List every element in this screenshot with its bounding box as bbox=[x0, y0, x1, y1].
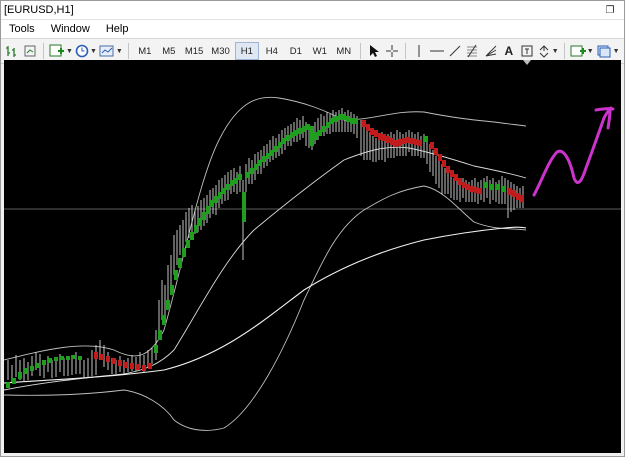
menu-bar: Tools Window Help bbox=[1, 20, 624, 39]
annotation-arrow bbox=[532, 106, 615, 197]
period-w1[interactable]: W1 bbox=[309, 41, 331, 61]
price-bars bbox=[7, 108, 524, 383]
menu-help[interactable]: Help bbox=[98, 23, 137, 35]
chart-shift-marker bbox=[523, 60, 531, 65]
period-m5[interactable]: M5 bbox=[158, 41, 180, 61]
clock-icon[interactable]: ▼ bbox=[75, 41, 97, 61]
crosshair-icon[interactable] bbox=[384, 41, 400, 61]
window-title: [EURUSD,H1] bbox=[4, 4, 74, 16]
zoom-in-icon[interactable]: ▼ bbox=[570, 41, 594, 61]
text-icon[interactable]: A bbox=[501, 41, 517, 61]
toolbar-separator bbox=[404, 43, 406, 59]
moving-average-line bbox=[4, 226, 527, 384]
new-chart-icon[interactable]: ▼ bbox=[49, 41, 73, 61]
period-m30[interactable]: M30 bbox=[208, 41, 232, 61]
toolbar-separator bbox=[127, 43, 129, 59]
period-h4[interactable]: H4 bbox=[261, 41, 283, 61]
period-d1[interactable]: D1 bbox=[285, 41, 307, 61]
horizontal-line-icon[interactable] bbox=[429, 41, 445, 61]
bar-chart-icon[interactable] bbox=[4, 41, 20, 61]
chart-area[interactable] bbox=[4, 60, 621, 453]
fibonacci-fan-icon[interactable] bbox=[483, 41, 499, 61]
label-icon[interactable] bbox=[519, 41, 535, 61]
profiles-icon[interactable]: ▼ bbox=[596, 41, 620, 61]
app-window: [EURUSD,H1] ❐ Tools Window Help ▼ ▼ ▼ M1… bbox=[0, 0, 625, 457]
bollinger-upper-band bbox=[4, 96, 527, 361]
bollinger-lower-band bbox=[4, 185, 527, 431]
up-candles bbox=[6, 114, 506, 388]
menu-tools[interactable]: Tools bbox=[1, 23, 43, 35]
toolbar-separator bbox=[43, 43, 44, 59]
vertical-line-icon[interactable] bbox=[411, 41, 427, 61]
toolbar-separator bbox=[563, 43, 565, 59]
title-bar: [EURUSD,H1] ❐ bbox=[1, 1, 624, 20]
restore-icon[interactable]: ❐ bbox=[596, 5, 624, 16]
arrows-icon[interactable]: ▼ bbox=[537, 41, 559, 61]
price-chart bbox=[4, 60, 621, 431]
period-m1[interactable]: M1 bbox=[134, 41, 156, 61]
menu-window[interactable]: Window bbox=[43, 23, 98, 35]
cursor-icon[interactable] bbox=[366, 41, 382, 61]
fibonacci-icon[interactable] bbox=[465, 41, 481, 61]
trendline-icon[interactable] bbox=[447, 41, 463, 61]
period-h1[interactable]: H1 bbox=[234, 42, 259, 60]
period-m15[interactable]: M15 bbox=[182, 41, 206, 61]
chart-settings-icon[interactable] bbox=[22, 41, 38, 61]
templates-icon[interactable]: ▼ bbox=[99, 41, 123, 61]
toolbar-separator bbox=[359, 43, 361, 59]
period-mn[interactable]: MN bbox=[333, 41, 355, 61]
